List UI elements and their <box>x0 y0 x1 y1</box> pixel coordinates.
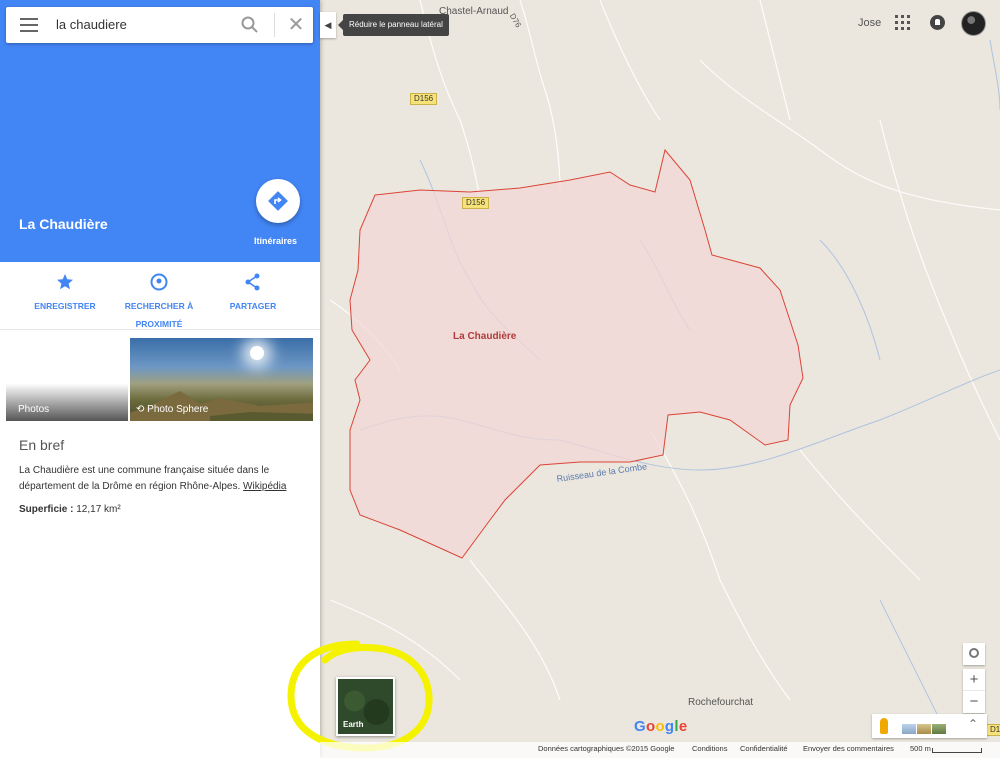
scale-bar <box>932 748 982 753</box>
summary-title: En bref <box>19 437 65 453</box>
collapse-tooltip: Réduire le panneau latéral <box>338 14 449 36</box>
share-icon <box>245 273 260 291</box>
share-button[interactable]: PARTAGER <box>208 272 298 314</box>
road-shield-d156: D156 <box>410 93 438 105</box>
road-shield-d156-b: D156 <box>462 197 490 209</box>
directions-button[interactable] <box>256 179 300 223</box>
summary-body: La Chaudière est une commune française s… <box>19 465 270 492</box>
side-panel: la chaudiere ✕ La Chaudière Itinéraires … <box>0 0 320 758</box>
privacy-link[interactable]: Confidentialité <box>740 744 788 753</box>
avatar[interactable] <box>961 11 986 36</box>
wikipedia-link[interactable]: Wikipédia <box>243 481 286 492</box>
map-footer: Données cartographiques ©2015 Google Con… <box>320 742 1000 758</box>
search-input[interactable]: la chaudiere <box>56 17 127 32</box>
terms-link[interactable]: Conditions <box>692 744 727 753</box>
summary-text: La Chaudière est une commune française s… <box>19 463 304 495</box>
user-name[interactable]: Jose <box>858 17 881 29</box>
commune-boundary <box>349 148 804 559</box>
pegman-icon[interactable] <box>880 718 888 734</box>
feedback-link[interactable]: Envoyer des commentaires <box>803 744 894 753</box>
share-label: PARTAGER <box>229 301 277 311</box>
zoom-out-button[interactable]: − <box>963 691 985 713</box>
street-view-bar: ⌃ <box>872 714 987 738</box>
my-location-button[interactable] <box>963 643 985 665</box>
zoom-in-button[interactable]: + <box>963 669 985 691</box>
star-icon <box>57 274 73 290</box>
photos-caption: Photos <box>18 404 50 415</box>
search-icon[interactable] <box>240 15 260 35</box>
road-shield-d13: D13 <box>986 724 1000 736</box>
map-data-credit: Données cartographiques ©2015 Google <box>538 744 675 753</box>
search-divider <box>274 13 275 37</box>
photos-thumbnail[interactable]: Photos <box>6 338 128 421</box>
place-header: la chaudiere ✕ La Chaudière Itinéraires <box>0 0 320 262</box>
imagery-thumbnails <box>902 721 947 739</box>
photo-strip: Photos ⟲ Photo Sphere <box>6 338 313 421</box>
photo-sphere-label: Photo Sphere <box>147 404 209 415</box>
area-label: Superficie : <box>19 504 74 515</box>
place-label-rochefourchat: Rochefourchat <box>688 697 754 708</box>
collapse-panel-button[interactable]: ◀ <box>320 12 336 38</box>
notifications-icon[interactable] <box>930 15 945 30</box>
area-row: Superficie : 12,17 km² <box>19 504 121 515</box>
google-logo: Google <box>634 718 688 735</box>
directions-icon <box>268 191 288 211</box>
place-label-chastel-arnaud: Chastel-Arnaud <box>439 6 509 17</box>
photo-sphere-caption: ⟲ Photo Sphere <box>136 404 209 415</box>
directions-label[interactable]: Itinéraires <box>254 236 297 246</box>
action-bar: ENREGISTRER RECHERCHER À PROXIMITÉ PARTA… <box>0 262 320 330</box>
nearby-icon <box>150 273 168 291</box>
area-value: 12,17 km² <box>73 504 121 515</box>
apps-grid-icon[interactable] <box>895 15 910 30</box>
yellow-highlight-circle <box>287 640 433 752</box>
nearby-button[interactable]: RECHERCHER À PROXIMITÉ <box>114 272 204 332</box>
scale-label[interactable]: 500 m <box>910 744 931 753</box>
imagery-thumb-1[interactable] <box>902 724 916 734</box>
close-icon[interactable]: ✕ <box>284 13 308 37</box>
sun-glare <box>250 346 264 360</box>
save-button[interactable]: ENREGISTRER <box>20 272 110 314</box>
nearby-label: RECHERCHER À PROXIMITÉ <box>124 301 194 329</box>
place-title: La Chaudière <box>19 216 108 232</box>
polygon-label: La Chaudière <box>453 331 517 342</box>
imagery-thumb-3[interactable] <box>932 724 946 734</box>
imagery-thumb-2[interactable] <box>917 724 931 734</box>
zoom-controls: + − <box>963 643 985 713</box>
save-label: ENREGISTRER <box>34 301 96 311</box>
photo-sphere-thumbnail[interactable]: ⟲ Photo Sphere <box>130 338 313 421</box>
expand-icon[interactable]: ⌃ <box>968 717 978 731</box>
menu-icon[interactable] <box>20 18 38 32</box>
search-box[interactable]: la chaudiere ✕ <box>6 7 313 43</box>
